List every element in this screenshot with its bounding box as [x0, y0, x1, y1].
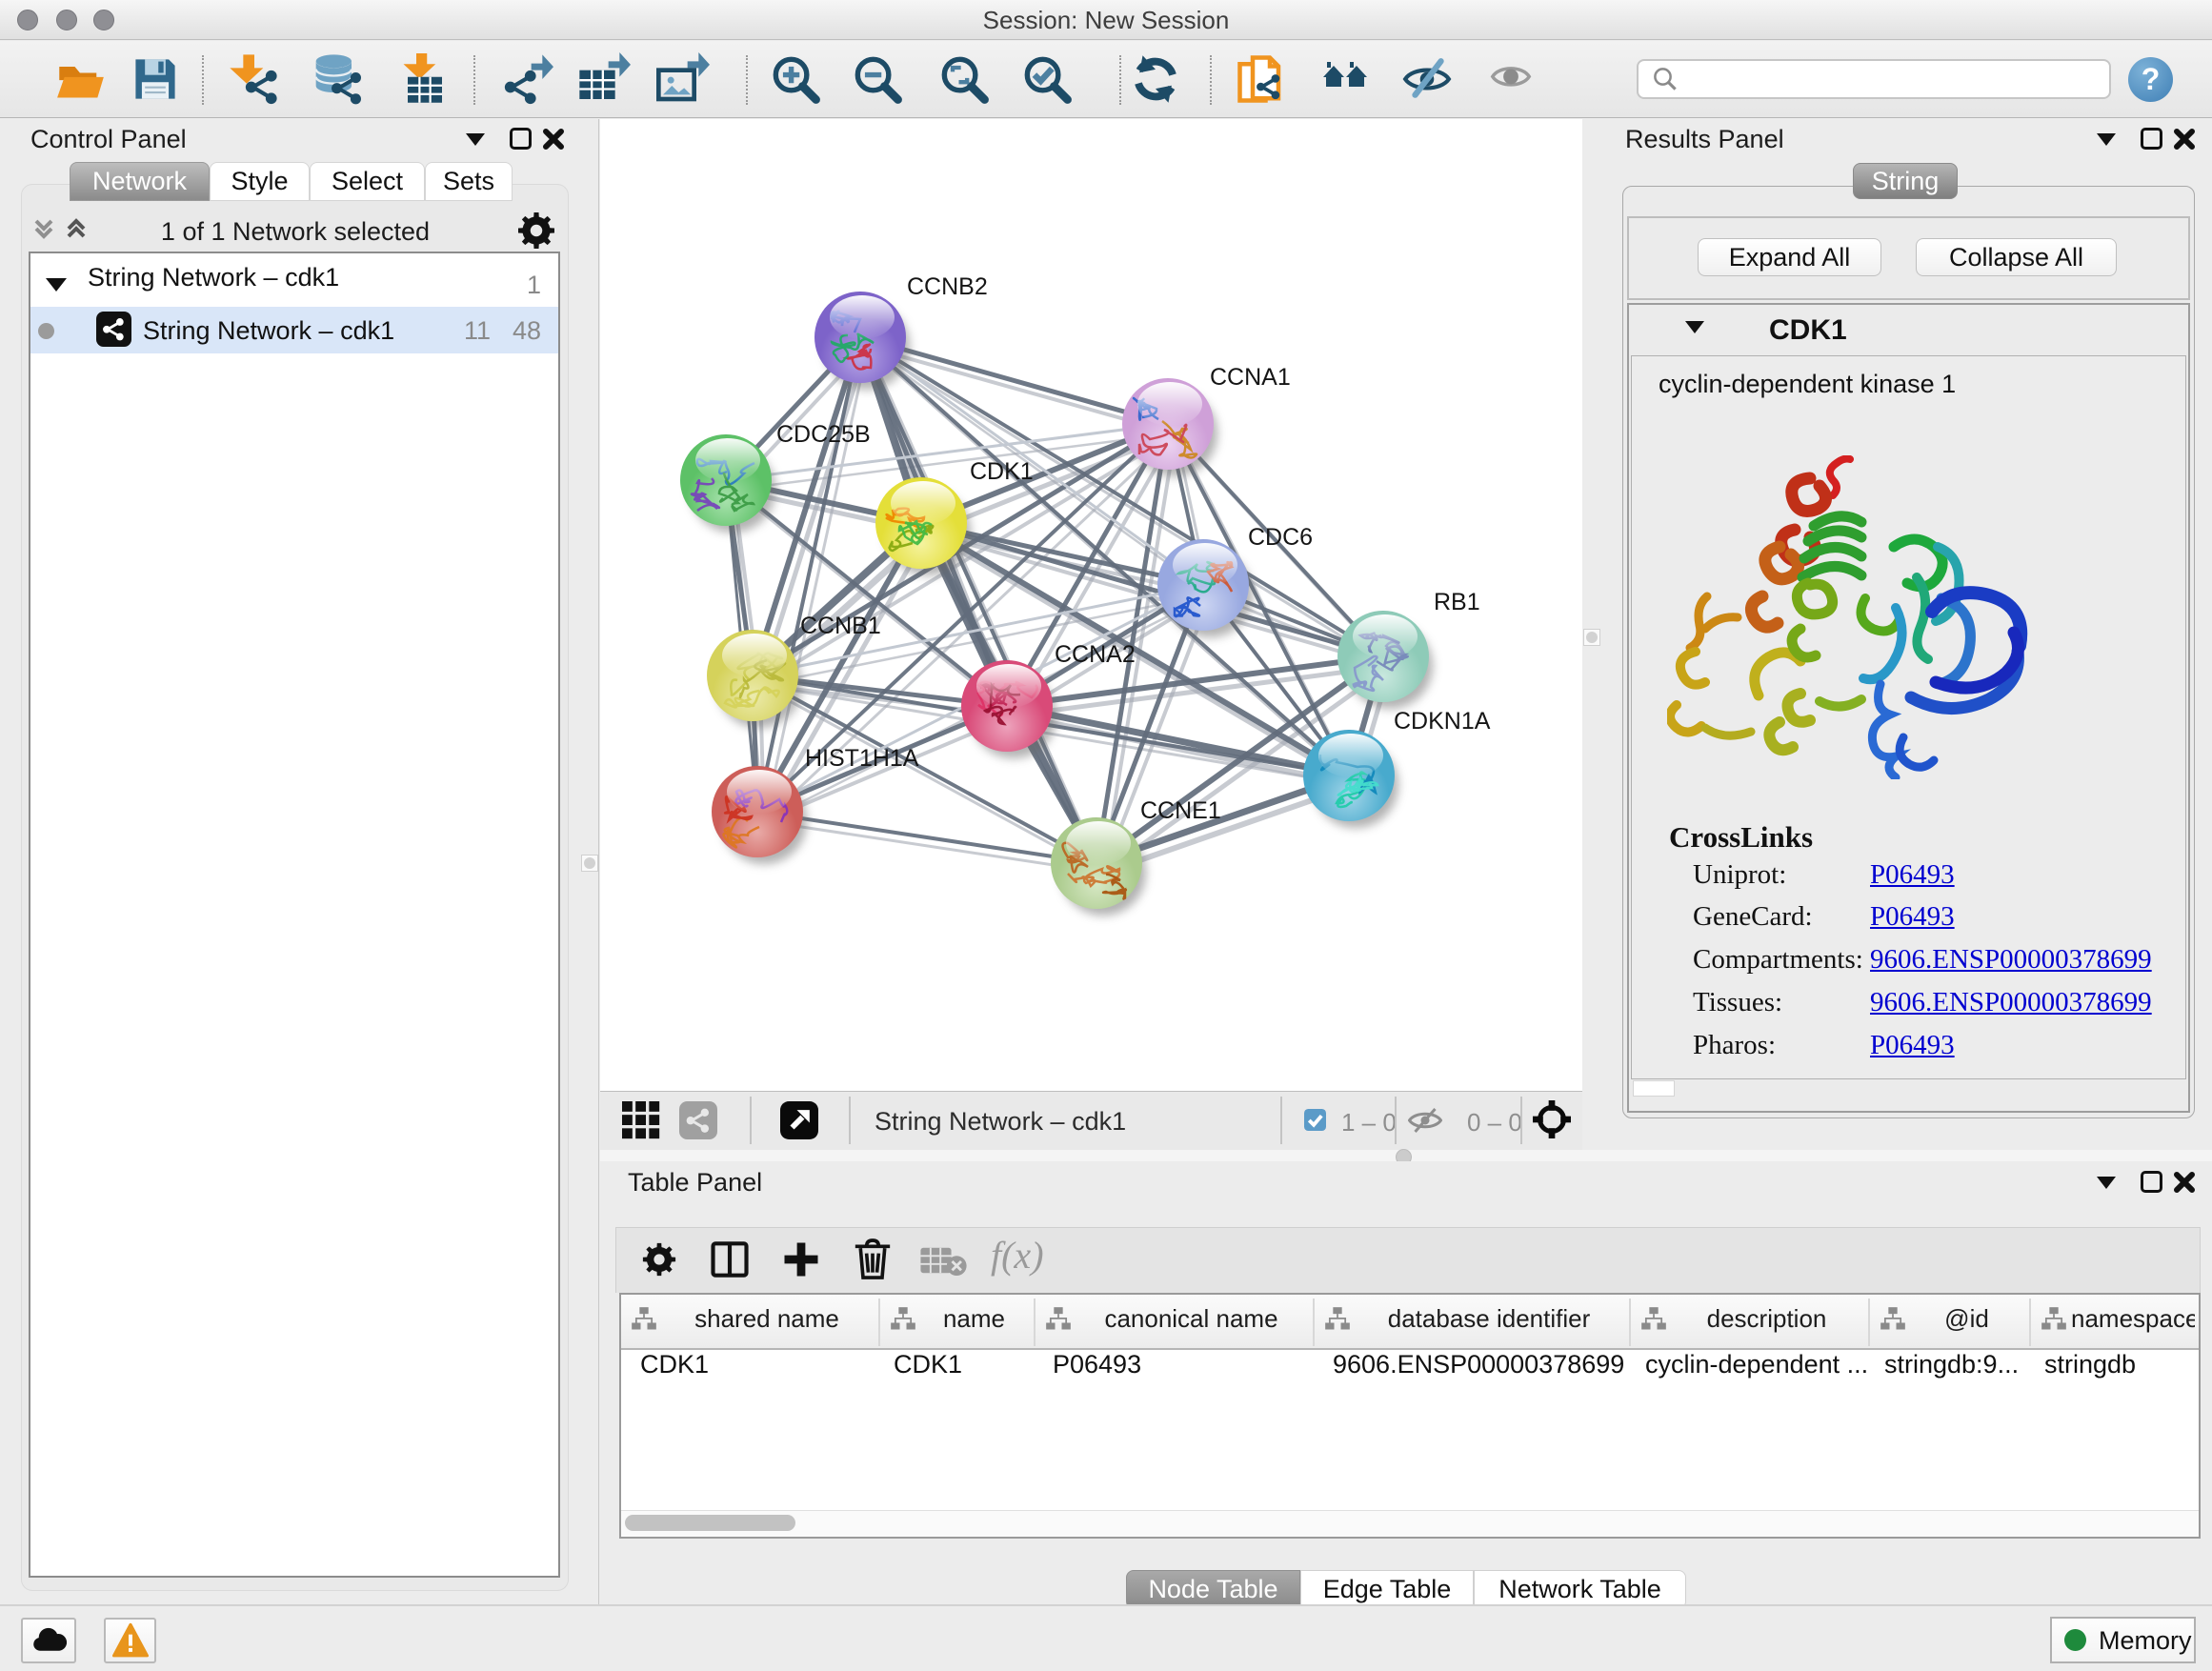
svg-text:CDKN1A: CDKN1A	[1394, 708, 1491, 735]
svg-text:HIST1H1A: HIST1H1A	[805, 745, 919, 772]
svg-text:CCNA1: CCNA1	[1210, 364, 1291, 391]
svg-text:CCNB1: CCNB1	[800, 613, 881, 639]
svg-text:CCNE1: CCNE1	[1140, 797, 1221, 824]
svg-text:CCNB2: CCNB2	[907, 273, 988, 300]
svg-text:RB1: RB1	[1434, 589, 1480, 615]
svg-text:CDC6: CDC6	[1248, 524, 1313, 551]
svg-text:CDK1: CDK1	[970, 458, 1034, 485]
svg-text:CDC25B: CDC25B	[776, 421, 871, 448]
svg-text:CCNA2: CCNA2	[1055, 641, 1136, 668]
